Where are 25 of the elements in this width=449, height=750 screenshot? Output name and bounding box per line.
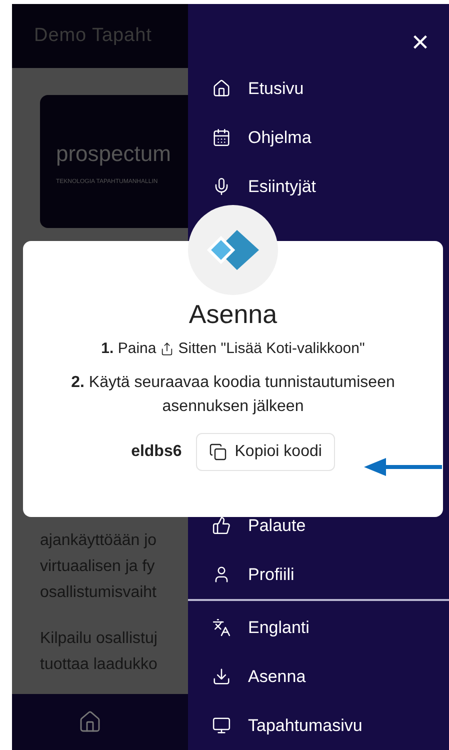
install-code: eldbs6: [131, 442, 182, 462]
copy-icon: [208, 442, 227, 460]
menu-item[interactable]: Profiili: [248, 562, 294, 588]
instruction-text: 2. Käytä seuraavaa koodia tunnistautumiseen asennuksen jälkeen: [70, 372, 396, 416]
menu-item[interactable]: Tapahtumasivu: [248, 712, 362, 738]
monitor-icon: [212, 716, 231, 735]
instruction-text: 1. Paina: [101, 339, 156, 359]
menu-item[interactable]: Esiintyjät: [248, 174, 316, 200]
dialog-title: Asenna: [188, 298, 278, 330]
share-icon: [160, 342, 174, 356]
menu-item[interactable]: Asenna: [248, 664, 306, 690]
menu-item[interactable]: Ohjelma: [248, 124, 312, 150]
copy-code-button[interactable]: Kopioi koodi: [196, 432, 335, 470]
menu-item[interactable]: Etusivu: [248, 76, 304, 102]
menu-item[interactable]: Englanti: [248, 614, 310, 640]
download-icon: [212, 667, 231, 686]
close-button[interactable]: ×: [411, 21, 429, 64]
house-icon: [212, 79, 231, 98]
instruction-text: Sitten "Lisää Koti-valikkoon": [178, 339, 365, 359]
house-icon[interactable]: [78, 710, 102, 734]
calendar-icon: [212, 128, 231, 147]
translate-icon: [212, 618, 231, 637]
logo-text: prospectum: [56, 140, 172, 168]
menu-item[interactable]: Palaute: [248, 512, 306, 538]
pointer-arrow-icon: [364, 458, 442, 476]
